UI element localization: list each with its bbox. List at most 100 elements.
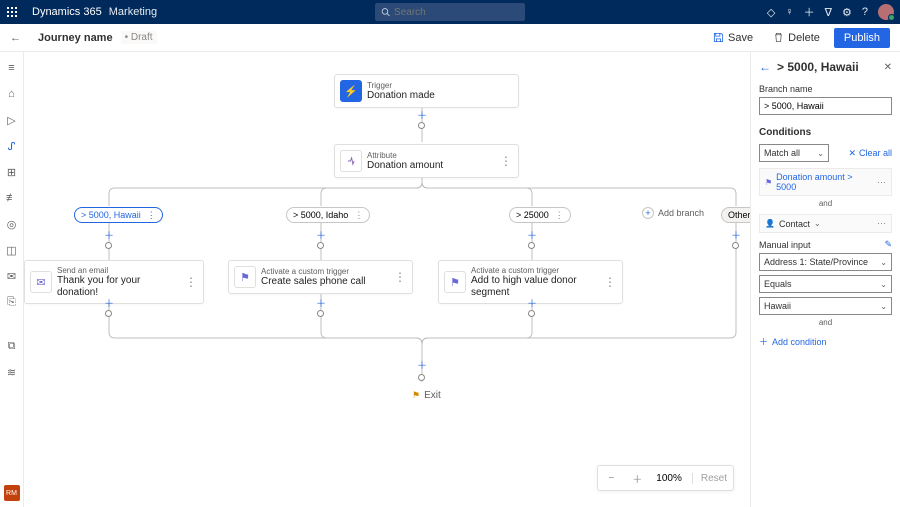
add-condition-button[interactable]: ＋Add condition bbox=[759, 335, 892, 348]
zoom-out-button[interactable]: − bbox=[604, 473, 618, 484]
branch-name-input[interactable] bbox=[759, 97, 892, 115]
panel-title: > 5000, Hawaii bbox=[777, 60, 878, 74]
add-after-trigger[interactable]: ＋ bbox=[416, 108, 428, 120]
nav-analytics-icon[interactable]: ⊞ bbox=[4, 164, 20, 180]
brand-name: Dynamics 365 bbox=[32, 6, 102, 18]
attribute-node[interactable]: Attribute Donation amount ⋮ bbox=[334, 144, 519, 178]
condition-operator-select[interactable]: Equals⌄ bbox=[759, 275, 892, 293]
contact-icon: 👤 bbox=[765, 219, 775, 228]
action-sales-call[interactable]: ⚑ Activate a custom trigger Create sales… bbox=[228, 260, 413, 294]
nav-home-icon[interactable]: ⌂ bbox=[4, 86, 20, 102]
edit-icon[interactable]: ✎ bbox=[884, 239, 892, 250]
nav-target-icon[interactable]: ◎ bbox=[4, 216, 20, 232]
attribute-icon bbox=[340, 150, 362, 172]
nav-journeys-icon[interactable]: ᔑ bbox=[4, 138, 20, 154]
add-before-exit[interactable]: ＋ bbox=[416, 358, 428, 370]
back-button[interactable]: ← bbox=[10, 32, 30, 44]
add-after-branch2[interactable]: ＋ bbox=[315, 228, 327, 240]
nav-list-icon[interactable]: ≢ bbox=[4, 190, 20, 206]
action-label: Activate a custom trigger bbox=[471, 266, 590, 275]
connector-dot bbox=[732, 242, 739, 249]
lightbulb-icon[interactable]: ♀ bbox=[785, 6, 793, 18]
branch-5000-hawaii[interactable]: > 5000, Hawaii⋮ bbox=[74, 207, 163, 223]
nav-menu-icon[interactable]: ≡ bbox=[4, 60, 20, 76]
branch-more-icon[interactable]: ⋮ bbox=[145, 210, 156, 221]
delete-button[interactable]: Delete bbox=[767, 29, 826, 47]
help-icon[interactable]: ? bbox=[862, 6, 868, 18]
action-more-icon[interactable]: ⋮ bbox=[179, 275, 203, 289]
status-badge: • Draft bbox=[121, 31, 157, 44]
nav-doc-icon[interactable]: ⎘ bbox=[4, 294, 20, 310]
app-launcher-icon[interactable] bbox=[0, 7, 24, 17]
manual-input-label: Manual input bbox=[759, 240, 811, 250]
branch-more-icon[interactable]: ⋮ bbox=[553, 210, 564, 221]
add-after-other[interactable]: ＋ bbox=[730, 228, 742, 240]
add-after-action2[interactable]: ＋ bbox=[315, 296, 327, 308]
nav-chart-icon[interactable]: ◫ bbox=[4, 242, 20, 258]
trigger-value: Donation made bbox=[367, 90, 435, 102]
chevron-down-icon: ⌄ bbox=[880, 302, 887, 311]
match-mode-select[interactable]: Match all⌄ bbox=[759, 144, 829, 162]
condition-more-icon[interactable]: ⋯ bbox=[877, 218, 886, 229]
branch-more-icon[interactable]: ⋮ bbox=[352, 210, 363, 221]
add-after-branch1[interactable]: ＋ bbox=[103, 228, 115, 240]
connector-dot bbox=[418, 122, 425, 129]
clear-all-button[interactable]: ✕Clear all bbox=[848, 148, 892, 159]
trigger-icon: ⚡ bbox=[340, 80, 362, 102]
add-after-action3[interactable]: ＋ bbox=[526, 296, 538, 308]
assistant-icon[interactable]: ◇ bbox=[767, 6, 775, 19]
condition-more-icon[interactable]: ⋯ bbox=[877, 177, 886, 188]
attribute-value: Donation amount bbox=[367, 160, 443, 172]
connector-dot bbox=[105, 310, 112, 317]
settings-icon[interactable]: ⚙ bbox=[842, 6, 852, 19]
condition-field-select[interactable]: Address 1: State/Province⌄ bbox=[759, 253, 892, 271]
nav-mail-icon[interactable]: ✉ bbox=[4, 268, 20, 284]
plus-icon: + bbox=[642, 207, 654, 219]
zoom-reset-button[interactable]: Reset bbox=[692, 473, 727, 484]
filter-icon[interactable]: ∇ bbox=[825, 6, 832, 19]
nav-extra1-icon[interactable]: ⧉ bbox=[4, 338, 20, 354]
user-avatar[interactable] bbox=[878, 4, 894, 20]
chevron-down-icon: ⌄ bbox=[817, 149, 824, 158]
connector-dot bbox=[317, 242, 324, 249]
condition-donation-amount[interactable]: ⚑ Donation amount > 5000 ⋯ bbox=[759, 168, 892, 196]
branch-name-label: Branch name bbox=[759, 84, 892, 94]
condition-value-select[interactable]: Hawaii⌄ bbox=[759, 297, 892, 315]
save-button[interactable]: Save bbox=[707, 29, 759, 47]
panel-back-button[interactable]: ← bbox=[759, 60, 771, 74]
nav-play-icon[interactable]: ▷ bbox=[4, 112, 20, 128]
add-after-action1[interactable]: ＋ bbox=[103, 296, 115, 308]
panel-close-button[interactable]: ✕ bbox=[884, 62, 892, 73]
clear-icon: ✕ bbox=[848, 148, 856, 159]
action-value: Thank you for your donation! bbox=[57, 275, 171, 298]
action-more-icon[interactable]: ⋮ bbox=[598, 275, 622, 289]
connector-dot bbox=[528, 242, 535, 249]
branch-other[interactable]: Other bbox=[721, 207, 750, 223]
conditions-heading: Conditions bbox=[759, 127, 892, 138]
connector-dot bbox=[317, 310, 324, 317]
persona-badge[interactable]: RM bbox=[4, 485, 20, 501]
global-search[interactable] bbox=[375, 3, 525, 21]
condition-contact-entity[interactable]: 👤 Contact⌄ ⋯ bbox=[759, 214, 892, 233]
add-after-branch3[interactable]: ＋ bbox=[526, 228, 538, 240]
action-more-icon[interactable]: ⋮ bbox=[388, 270, 412, 284]
publish-button[interactable]: Publish bbox=[834, 28, 890, 48]
branch-5000-idaho[interactable]: > 5000, Idaho⋮ bbox=[286, 207, 370, 223]
properties-panel: ← > 5000, Hawaii ✕ Branch name Condition… bbox=[750, 52, 900, 507]
and-connector: and bbox=[759, 318, 892, 327]
and-connector: and bbox=[759, 199, 892, 208]
search-input[interactable] bbox=[394, 7, 519, 18]
add-icon[interactable]: ＋ bbox=[804, 4, 815, 20]
condition-icon: ⚑ bbox=[765, 178, 772, 187]
trigger-node[interactable]: ⚡ Trigger Donation made bbox=[334, 74, 519, 108]
chevron-down-icon: ⌄ bbox=[880, 280, 887, 289]
attribute-more-icon[interactable]: ⋮ bbox=[494, 154, 518, 168]
branch-25000[interactable]: > 25000⋮ bbox=[509, 207, 571, 223]
zoom-in-button[interactable]: ＋ bbox=[628, 471, 646, 486]
add-branch-button[interactable]: +Add branch bbox=[642, 207, 704, 219]
left-nav-rail: ≡ ⌂ ▷ ᔑ ⊞ ≢ ◎ ◫ ✉ ⎘ ⧉ ≋ RM bbox=[0, 52, 24, 507]
nav-extra2-icon[interactable]: ≋ bbox=[4, 364, 20, 380]
page-title: Journey name bbox=[38, 32, 113, 44]
action-value: Create sales phone call bbox=[261, 276, 366, 288]
zoom-level: 100% bbox=[656, 473, 682, 484]
